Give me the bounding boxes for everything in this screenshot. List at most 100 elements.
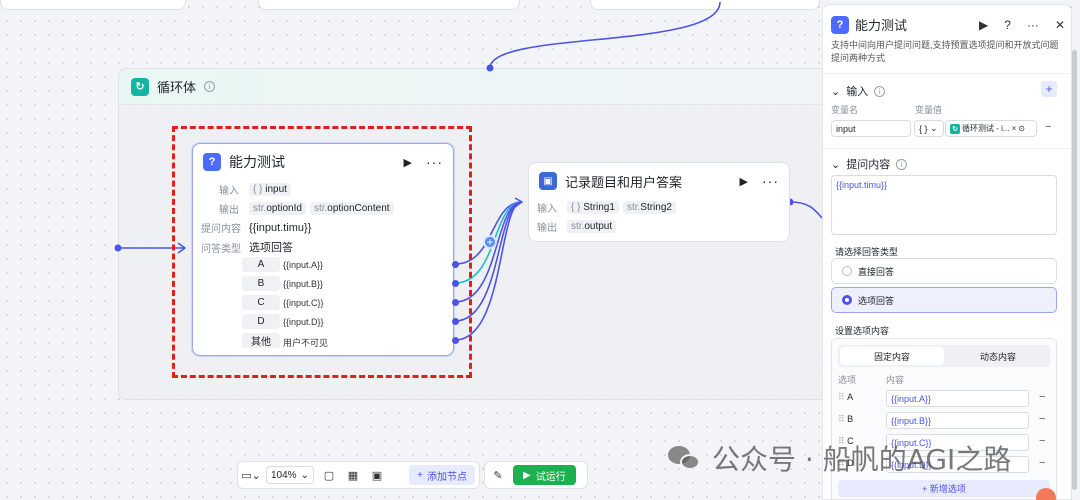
node-title: 记录题目和用户答案 [565, 174, 683, 190]
add-connection-icon[interactable]: + [483, 235, 497, 249]
record-node[interactable]: ▣ 记录题目和用户答案 ▶ ··· 输入 { } String1 str.Str… [528, 162, 790, 242]
loop-title: 循环体 [157, 80, 197, 95]
settings-wrench-icon[interactable]: ✎ [489, 466, 507, 484]
input-section-header[interactable]: ⌄ 输入 i [831, 83, 886, 99]
target-icon[interactable]: ⊙ [1018, 124, 1025, 133]
option-value: {{input.C}} [283, 298, 324, 308]
info-icon[interactable]: i [204, 81, 216, 92]
remove-variable-button[interactable]: − [1045, 121, 1051, 133]
output-port[interactable] [452, 261, 459, 268]
wechat-logo [668, 444, 704, 472]
more-icon[interactable]: ··· [762, 173, 779, 189]
output-port[interactable] [452, 318, 459, 325]
option-row-key[interactable]: ⠿ A [838, 392, 853, 403]
canvas-toolbar: ▭⌄ 104% ⌄ ▢ ▦ ▣ + 添加节点 [237, 461, 480, 489]
question-section-header[interactable]: ⌄ 提问内容 i [831, 156, 908, 172]
option-key: C [242, 295, 280, 310]
canvas-node-card[interactable] [258, 0, 520, 10]
loop-header: ↻ 循环体 i [119, 69, 837, 105]
output-variable-tag: str.optionId [249, 202, 306, 215]
add-option-button[interactable]: + 新增选项 [838, 480, 1050, 497]
option-value: {{input.B}} [283, 279, 324, 289]
radio-icon [842, 266, 852, 276]
output-label: 输出 [219, 205, 239, 216]
screenshot-icon[interactable]: ▣ [368, 466, 386, 484]
question-icon: ? [831, 15, 849, 34]
help-icon[interactable]: ? [1004, 18, 1011, 32]
column-var-value: 变量值 [915, 105, 943, 115]
question-icon: ? [203, 153, 221, 171]
variable-type-select[interactable]: { } ⌄ [914, 120, 944, 137]
close-icon[interactable]: ✕ [1055, 18, 1065, 32]
add-node-button[interactable]: + 添加节点 [409, 465, 475, 485]
option-row-value[interactable]: {{input.B}} [886, 412, 1029, 429]
node-settings-panel: ? 能力测试 ▶ ? ··· ✕ 支持中间向用户提问问题,支持预置选项提问和开放… [822, 4, 1072, 500]
watermark-text: 公众号 · 船帆的AGI之路 [712, 443, 1012, 476]
robot-icon: ▣ [539, 172, 557, 190]
answer-type-label: 问答类型 [201, 243, 241, 255]
node-title: 能力测试 [229, 154, 285, 170]
ask-node[interactable]: ? 能力测试 ▶ ··· 输入 { } input 输出 str.optionI… [192, 143, 454, 356]
option-value: {{input.D}} [283, 317, 324, 327]
clear-icon[interactable]: × [1012, 124, 1017, 133]
play-icon[interactable]: ▶ [404, 156, 412, 169]
output-port[interactable] [452, 299, 459, 306]
run-toolbar: ✎ ▶ 试运行 [484, 461, 588, 489]
variable-reference-select[interactable]: ↻ 循环测试 - i... × ⊙ [945, 120, 1037, 137]
option-key: A [242, 257, 280, 272]
radio-option-answer[interactable]: 选项回答 [831, 287, 1057, 313]
remove-option-button[interactable]: − [1039, 435, 1045, 447]
question-textarea[interactable]: {{input.timu}} [831, 175, 1057, 235]
info-icon: i [896, 158, 908, 170]
content-mode-tabs: 固定内容 动态内容 [838, 345, 1050, 367]
answer-type-title: 请选择回答类型 [835, 247, 899, 257]
input-variable-tag: { } input [249, 183, 291, 196]
answer-type-value: 选项回答 [249, 242, 293, 254]
test-run-button[interactable]: ▶ 试运行 [513, 465, 576, 485]
output-port[interactable] [452, 337, 459, 344]
layout-grid-icon[interactable]: ▦ [344, 466, 362, 484]
input-variable-tag: { } String1 [567, 201, 619, 214]
remove-option-button[interactable]: − [1039, 391, 1045, 403]
tab-fixed-content[interactable]: 固定内容 [840, 347, 944, 365]
canvas-node-card[interactable] [0, 0, 186, 10]
option-value: 用户不可见 [283, 338, 329, 348]
output-variable-tag: str.optionContent [309, 202, 394, 215]
loop-icon: ↻ [950, 123, 960, 134]
question-label: 提问内容 [201, 224, 241, 235]
input-label: 输入 [219, 186, 239, 197]
options-title: 设置选项内容 [835, 326, 890, 336]
comment-icon[interactable]: ▢ [320, 466, 338, 484]
option-key: 其他 [242, 333, 280, 348]
watermark: 公众号 · 船帆的AGI之路 [668, 438, 1011, 478]
tab-dynamic-content[interactable]: 动态内容 [946, 345, 1050, 367]
output-port[interactable] [452, 280, 459, 287]
variable-name-input[interactable]: input [831, 120, 911, 137]
canvas-node-card[interactable] [590, 0, 820, 10]
zoom-select[interactable]: 104% ⌄ [266, 466, 314, 484]
option-row-key[interactable]: ⠿ B [838, 414, 853, 425]
radio-direct-answer[interactable]: 直接回答 [831, 258, 1057, 284]
output-label: 输出 [537, 223, 557, 234]
panel-title: 能力测试 [855, 18, 908, 33]
option-value: {{input.A}} [283, 260, 324, 270]
play-icon[interactable]: ▶ [979, 18, 988, 32]
more-icon[interactable]: ··· [426, 154, 443, 170]
option-key: D [242, 314, 280, 329]
question-value: {{input.timu}} [249, 221, 312, 234]
more-icon[interactable]: ··· [1027, 18, 1039, 32]
column-option: 选项 [838, 375, 857, 385]
chevron-down-icon: ⌄ [831, 85, 841, 98]
info-icon: i [874, 85, 886, 97]
play-icon[interactable]: ▶ [740, 175, 748, 188]
column-content: 内容 [886, 375, 905, 385]
loop-icon: ↻ [131, 77, 149, 96]
add-variable-button[interactable]: + [1041, 81, 1057, 97]
remove-option-button[interactable]: − [1039, 457, 1045, 469]
panel-scrollbar[interactable] [1072, 50, 1077, 490]
minimap-icon[interactable]: ▭⌄ [241, 466, 261, 484]
option-row-value[interactable]: {{input.A}} [886, 390, 1029, 407]
panel-description: 支持中间向用户提问问题,支持预置选项提问和开放式问题提问两种方式 [831, 40, 1059, 63]
input-label: 输入 [537, 204, 557, 215]
remove-option-button[interactable]: − [1039, 413, 1045, 425]
